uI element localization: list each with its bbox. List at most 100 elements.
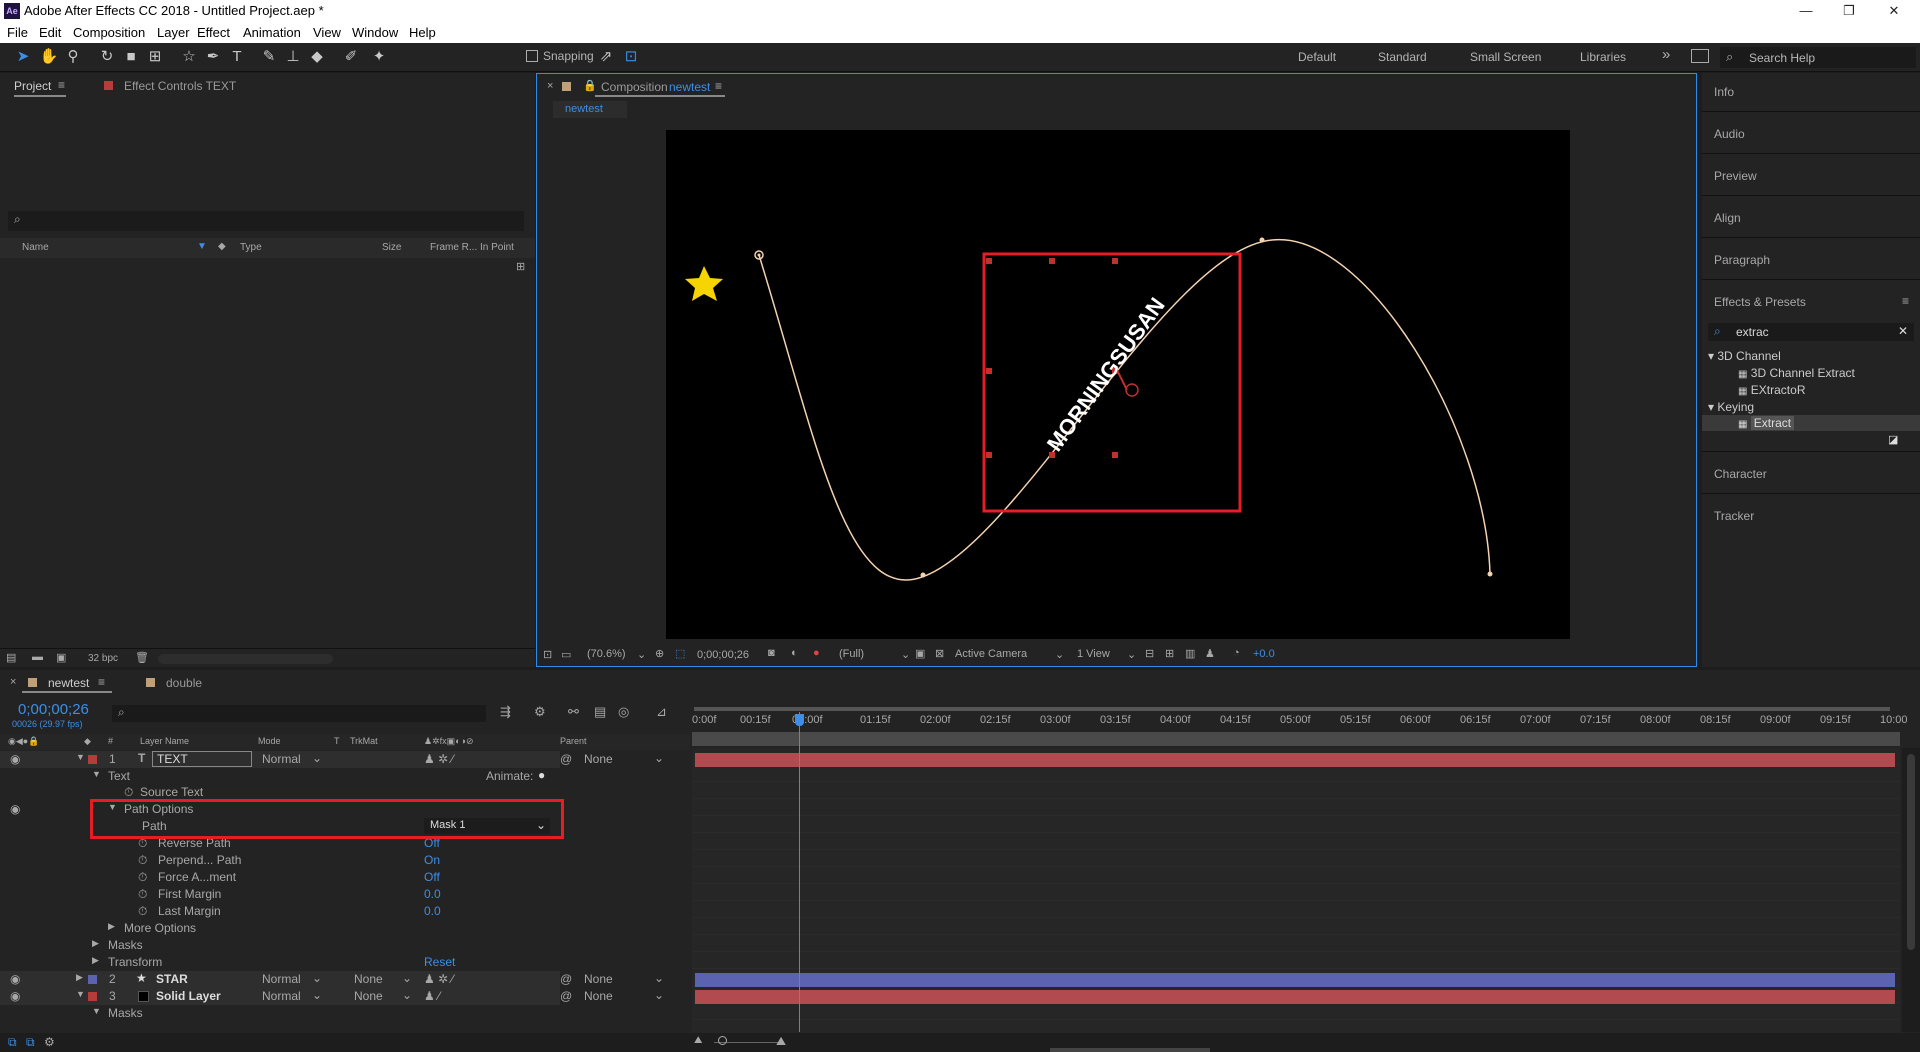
- menu-layer[interactable]: Layer: [157, 25, 190, 40]
- eraser-tool-icon[interactable]: ◆: [306, 47, 328, 67]
- reset-link[interactable]: Reset: [424, 955, 455, 969]
- timeline-icon[interactable]: ▥: [1185, 647, 1195, 660]
- bbox-handle[interactable]: [986, 258, 992, 264]
- layer-bar-solid[interactable]: [695, 990, 1895, 1004]
- mode-dropdown[interactable]: Normal: [262, 989, 301, 1003]
- chevron-down-icon[interactable]: ▼: [92, 769, 101, 779]
- pen-tool-icon[interactable]: ✒: [202, 47, 224, 67]
- layer-name[interactable]: STAR: [156, 972, 188, 986]
- toggle-mask-icon[interactable]: ⊡: [543, 648, 552, 661]
- paragraph-panel[interactable]: Paragraph: [1714, 253, 1770, 267]
- label-tag-icon[interactable]: ◆: [218, 241, 226, 252]
- snapshot-icon[interactable]: ◙: [768, 647, 775, 659]
- prop-value[interactable]: Off: [424, 870, 440, 884]
- prop-perpendicular[interactable]: ⏱ Perpend... Path On: [0, 852, 560, 869]
- col-number[interactable]: #: [108, 736, 113, 746]
- parent-dropdown[interactable]: None: [584, 752, 613, 766]
- in-out-icon[interactable]: ⚙: [44, 1035, 55, 1049]
- stopwatch-icon[interactable]: ⏱: [124, 785, 133, 800]
- tree-folder-3d-channel[interactable]: ▾ 3D Channel: [1708, 349, 1781, 363]
- timeline-search-input[interactable]: ⌕: [112, 705, 486, 722]
- tracker-panel[interactable]: Tracker: [1714, 509, 1754, 523]
- layer-row-star[interactable]: ◉ ▶ 2 ★ STAR Normal ⌄ None ⌄ ♟ ✲ ⁄ @ Non…: [0, 971, 664, 988]
- bbox-handle[interactable]: [1049, 452, 1055, 458]
- label-swatch[interactable]: [88, 992, 97, 1001]
- prop-masks-solid[interactable]: ▼ Masks: [0, 1005, 560, 1022]
- col-t[interactable]: T: [334, 736, 340, 746]
- chevron-down-icon[interactable]: ⌄: [312, 751, 322, 765]
- col-frame-rate[interactable]: Frame R...: [430, 242, 477, 253]
- av-features-icon[interactable]: ◉◀●🔒: [8, 736, 39, 747]
- project-menu-icon[interactable]: ≡: [58, 78, 65, 92]
- zoom-slider-knob[interactable]: [718, 1036, 727, 1045]
- col-name[interactable]: Name: [22, 242, 49, 253]
- playhead-line[interactable]: [799, 712, 800, 1032]
- chevron-down-icon[interactable]: ⌄: [402, 988, 412, 1002]
- close-tab-icon[interactable]: ×: [547, 80, 553, 92]
- sort-chevron-icon[interactable]: ▼: [197, 241, 207, 252]
- menu-view[interactable]: View: [313, 25, 341, 40]
- shape-tool-icon[interactable]: ☆: [178, 47, 200, 67]
- camera-dropdown[interactable]: Active Camera: [955, 648, 1027, 660]
- mode-dropdown[interactable]: Normal: [262, 972, 301, 986]
- trkmat-dropdown[interactable]: None: [354, 989, 383, 1003]
- effects-menu-icon[interactable]: ≡: [1902, 294, 1909, 308]
- layer-name[interactable]: TEXT: [152, 751, 252, 767]
- project-scrollbar[interactable]: [158, 654, 333, 664]
- pickwhip-icon[interactable]: @: [560, 752, 572, 766]
- transparency-grid-icon[interactable]: ⊠: [935, 647, 944, 660]
- prop-text-group[interactable]: ▼ Text Animate: ●: [0, 768, 560, 785]
- workspace-standard[interactable]: Standard: [1378, 50, 1427, 64]
- resolution-dropdown[interactable]: (Full): [839, 648, 864, 660]
- layer-bar-text[interactable]: [695, 753, 1895, 767]
- clear-search-icon[interactable]: ✕: [1898, 324, 1908, 338]
- timeline-menu-icon[interactable]: ≡: [98, 675, 105, 689]
- layer-row-text[interactable]: ◉ ▼ 1 T TEXT Normal ⌄ ♟ ✲ ⁄ @ None ⌄: [0, 751, 664, 768]
- switches-icon[interactable]: ♟ ⁄: [424, 989, 440, 1003]
- chevron-down-icon[interactable]: ⌄: [1055, 648, 1064, 661]
- work-area-bar[interactable]: [694, 707, 1890, 711]
- new-bin-icon[interactable]: ◪: [1888, 433, 1898, 446]
- effects-search-input[interactable]: ⌕ extrac ✕: [1708, 323, 1914, 341]
- tree-item-extractor[interactable]: ▦ EXtractoR: [1738, 383, 1805, 397]
- menu-file[interactable]: File: [7, 25, 28, 40]
- prop-value[interactable]: 0.0: [424, 887, 441, 901]
- eye-icon[interactable]: ◉: [10, 989, 20, 1003]
- pan-behind-tool-icon[interactable]: ⊞: [144, 47, 166, 67]
- animate-label[interactable]: Animate:: [486, 769, 533, 783]
- brush-tool-icon[interactable]: ✎: [258, 47, 280, 67]
- preview-panel[interactable]: Preview: [1714, 169, 1757, 183]
- scroll-thumb[interactable]: [1907, 754, 1915, 950]
- animate-menu-icon[interactable]: ●: [538, 768, 545, 782]
- chevron-down-icon[interactable]: ⌄: [402, 971, 412, 985]
- timeline-current-time[interactable]: 0;00;00;26: [18, 701, 89, 718]
- hand-tool-icon[interactable]: ✋: [38, 47, 60, 67]
- grid-icon[interactable]: ⊕: [655, 647, 664, 660]
- layer-bar-star[interactable]: [695, 973, 1895, 987]
- comp-viewer[interactable]: MORNINGSUSAN: [666, 130, 1570, 639]
- menu-animation[interactable]: Animation: [243, 25, 301, 40]
- prop-force-alignment[interactable]: ⏱ Force A...ment Off: [0, 869, 560, 886]
- workspace-more[interactable]: »: [1662, 46, 1670, 63]
- star-shape[interactable]: [685, 266, 723, 301]
- time-ruler[interactable]: 0:00f 00:15f 01:00f 01:15f 02:00f 02:15f…: [692, 712, 1908, 730]
- chevron-down-icon[interactable]: ⌄: [312, 971, 322, 985]
- menu-composition[interactable]: Composition: [73, 25, 145, 40]
- menu-help[interactable]: Help: [409, 25, 436, 40]
- tree-item-3d-channel-extract[interactable]: ▦ 3D Channel Extract: [1738, 366, 1855, 380]
- flowchart-icon[interactable]: ♟: [1205, 647, 1215, 660]
- new-folder-icon[interactable]: ▬: [32, 651, 43, 663]
- prop-masks[interactable]: ▶ Masks: [0, 937, 560, 954]
- stopwatch-icon[interactable]: ⏱: [138, 887, 147, 902]
- snapping-checkbox[interactable]: [526, 50, 538, 62]
- chevron-right-icon[interactable]: ▶: [92, 938, 99, 949]
- transfer-controls-icon[interactable]: ⧉: [26, 1035, 35, 1050]
- type-tool-icon[interactable]: T: [226, 47, 248, 67]
- workspace-default[interactable]: Default: [1298, 50, 1336, 64]
- switches-icon[interactable]: ♟✲fx▣◐◑⊘: [424, 736, 474, 747]
- timeline-tab-newtest[interactable]: newtest: [48, 676, 89, 690]
- effect-controls-tab[interactable]: Effect Controls TEXT: [124, 79, 236, 93]
- col-trkmat[interactable]: TrkMat: [350, 736, 378, 746]
- chevron-down-icon[interactable]: ⌄: [637, 648, 646, 661]
- frame-blending-icon[interactable]: ▤: [594, 704, 606, 720]
